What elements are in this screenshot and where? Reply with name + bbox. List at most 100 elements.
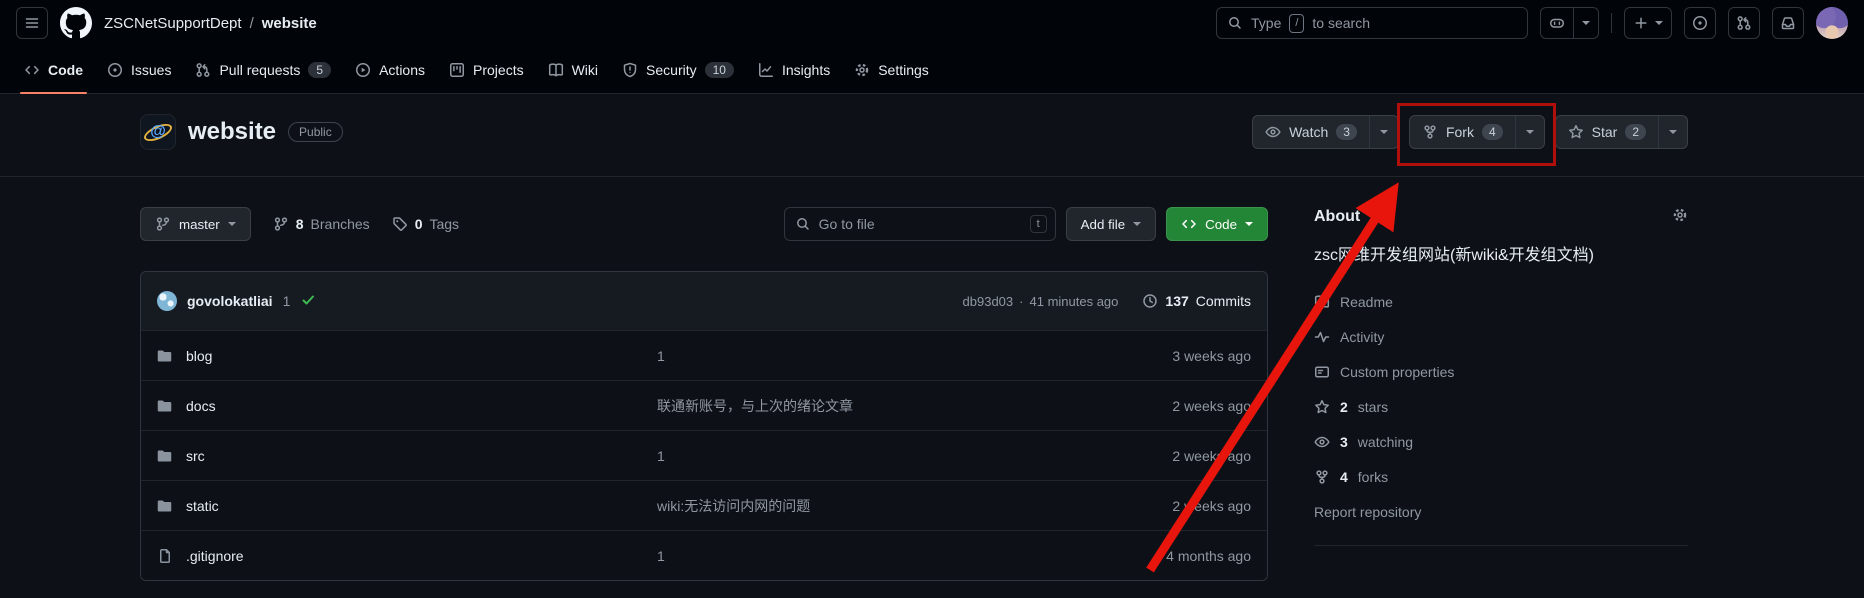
file-toolbar: master 8 Branches 0 Tags Go to file <box>140 207 1268 241</box>
tab-insights[interactable]: Insights <box>746 46 842 93</box>
fork-dropdown[interactable] <box>1516 116 1544 148</box>
star-dropdown[interactable] <box>1659 116 1687 148</box>
copilot-button[interactable] <box>1540 7 1599 39</box>
tab-security[interactable]: Security 10 <box>610 46 746 93</box>
check-icon[interactable] <box>300 292 316 311</box>
git-branch-icon <box>273 216 289 232</box>
about-settings-button[interactable] <box>1672 207 1688 226</box>
commit-author-avatar[interactable] <box>157 291 177 311</box>
branches-count: 8 <box>296 216 304 232</box>
breadcrumb-org-link[interactable]: ZSCNetSupportDept <box>104 15 242 32</box>
file-name-link[interactable]: blog <box>157 348 657 364</box>
file-browser: govolokatliai 1 db93d03 · 41 minutes ago… <box>140 271 1268 581</box>
tab-actions[interactable]: Actions <box>343 46 437 93</box>
file-name-link[interactable]: .gitignore <box>157 548 657 564</box>
user-avatar[interactable] <box>1816 7 1848 39</box>
stars-link[interactable]: 2 stars <box>1314 389 1688 424</box>
file-commit-message-link[interactable]: 联通新账号，与上次的绪论文章 <box>657 396 1081 416</box>
add-file-button[interactable]: Add file <box>1066 207 1156 241</box>
hamburger-menu-button[interactable] <box>16 7 48 39</box>
readme-link[interactable]: Readme <box>1314 284 1688 319</box>
chevron-down-icon <box>1655 21 1663 29</box>
search-icon <box>795 216 811 232</box>
topbar-divider <box>1611 13 1612 33</box>
inbox-icon <box>1780 15 1796 31</box>
branches-label: Branches <box>311 216 370 232</box>
add-file-label: Add file <box>1081 217 1125 232</box>
tags-link[interactable]: 0 Tags <box>392 216 459 232</box>
fork-label: Fork <box>1446 124 1474 140</box>
eye-icon <box>1314 434 1330 450</box>
star-button[interactable]: Star 2 <box>1555 115 1688 149</box>
notifications-inbox-button[interactable] <box>1772 7 1804 39</box>
code-icon <box>1181 216 1197 232</box>
search-icon <box>1227 15 1243 31</box>
chevron-down-icon <box>1245 222 1253 230</box>
about-sidebar: About zsc网维开发组网站(新wiki&开发组文档) Readme Act… <box>1314 207 1688 581</box>
file-name: blog <box>186 348 212 364</box>
chevron-down-icon <box>1133 222 1141 230</box>
about-list: Readme Activity Custom properties 2 star… <box>1314 284 1688 529</box>
about-item-label: forks <box>1358 469 1388 485</box>
chevron-down-icon <box>228 222 236 230</box>
code-download-button[interactable]: Code <box>1166 207 1268 241</box>
file-name-link[interactable]: src <box>157 448 657 464</box>
about-item-label: Activity <box>1340 329 1384 345</box>
file-commit-date: 2 weeks ago <box>1081 398 1251 414</box>
file-commit-message-link[interactable]: 1 <box>657 548 1081 564</box>
tab-wiki[interactable]: Wiki <box>536 46 610 93</box>
table-row: blog 1 3 weeks ago <box>141 330 1267 380</box>
tab-projects[interactable]: Projects <box>437 46 536 93</box>
about-title: About <box>1314 208 1360 226</box>
fork-button[interactable]: Fork 4 <box>1409 115 1545 149</box>
issue-opened-icon <box>1692 15 1708 31</box>
watch-dropdown[interactable] <box>1370 116 1398 148</box>
custom-properties-link[interactable]: Custom properties <box>1314 354 1688 389</box>
create-new-button[interactable] <box>1624 7 1672 39</box>
file-commit-message-link[interactable]: 1 <box>657 348 1081 364</box>
activity-link[interactable]: Activity <box>1314 319 1688 354</box>
commit-author-link[interactable]: govolokatliai <box>187 293 273 309</box>
repo-title: website <box>188 118 276 146</box>
tab-settings[interactable]: Settings <box>842 46 941 93</box>
play-icon <box>355 62 371 78</box>
slash-key-hint: / <box>1289 14 1304 33</box>
file-commit-message-link[interactable]: wiki:无法访问内网的问题 <box>657 496 1081 516</box>
pull-requests-dashboard-button[interactable] <box>1728 7 1760 39</box>
repo-forked-icon <box>1422 124 1438 140</box>
tab-pull-requests[interactable]: Pull requests 5 <box>183 46 343 93</box>
go-to-file-input[interactable]: Go to file t <box>784 207 1056 241</box>
file-commit-message-link[interactable]: 1 <box>657 448 1081 464</box>
report-repository-link[interactable]: Report repository <box>1314 494 1688 529</box>
global-search-input[interactable]: Type / to search <box>1216 7 1528 39</box>
commit-hash-and-time[interactable]: db93d03 · 41 minutes ago <box>963 294 1119 309</box>
file-commit-date: 2 weeks ago <box>1081 498 1251 514</box>
tab-issues[interactable]: Issues <box>95 46 183 93</box>
commit-message-link[interactable]: 1 <box>283 293 291 309</box>
issues-dashboard-button[interactable] <box>1684 7 1716 39</box>
book-icon <box>1314 294 1330 310</box>
branches-link[interactable]: 8 Branches <box>273 216 370 232</box>
note-icon <box>1314 364 1330 380</box>
stars-count: 2 <box>1340 399 1348 415</box>
folder-icon <box>157 398 173 414</box>
github-logo[interactable] <box>60 7 92 39</box>
copilot-dropdown[interactable] <box>1574 8 1598 38</box>
commit-history-link[interactable]: 137 Commits <box>1142 293 1251 309</box>
search-placeholder-suffix: to search <box>1312 15 1370 31</box>
forks-link[interactable]: 4 forks <box>1314 459 1688 494</box>
table-row: src 1 2 weeks ago <box>141 430 1267 480</box>
git-branch-icon <box>155 216 171 232</box>
watching-link[interactable]: 3 watching <box>1314 424 1688 459</box>
breadcrumb-repo-link[interactable]: website <box>262 15 317 32</box>
git-pull-request-icon <box>195 62 211 78</box>
tags-count: 0 <box>415 216 423 232</box>
tab-code[interactable]: Code <box>12 46 95 93</box>
watch-button[interactable]: Watch 3 <box>1252 115 1399 149</box>
branch-selector-button[interactable]: master <box>140 207 251 241</box>
watch-count: 3 <box>1336 124 1357 140</box>
commits-count: 137 <box>1165 293 1188 309</box>
file-commit-date: 4 months ago <box>1081 548 1251 564</box>
file-name-link[interactable]: docs <box>157 398 657 414</box>
file-name-link[interactable]: static <box>157 498 657 514</box>
